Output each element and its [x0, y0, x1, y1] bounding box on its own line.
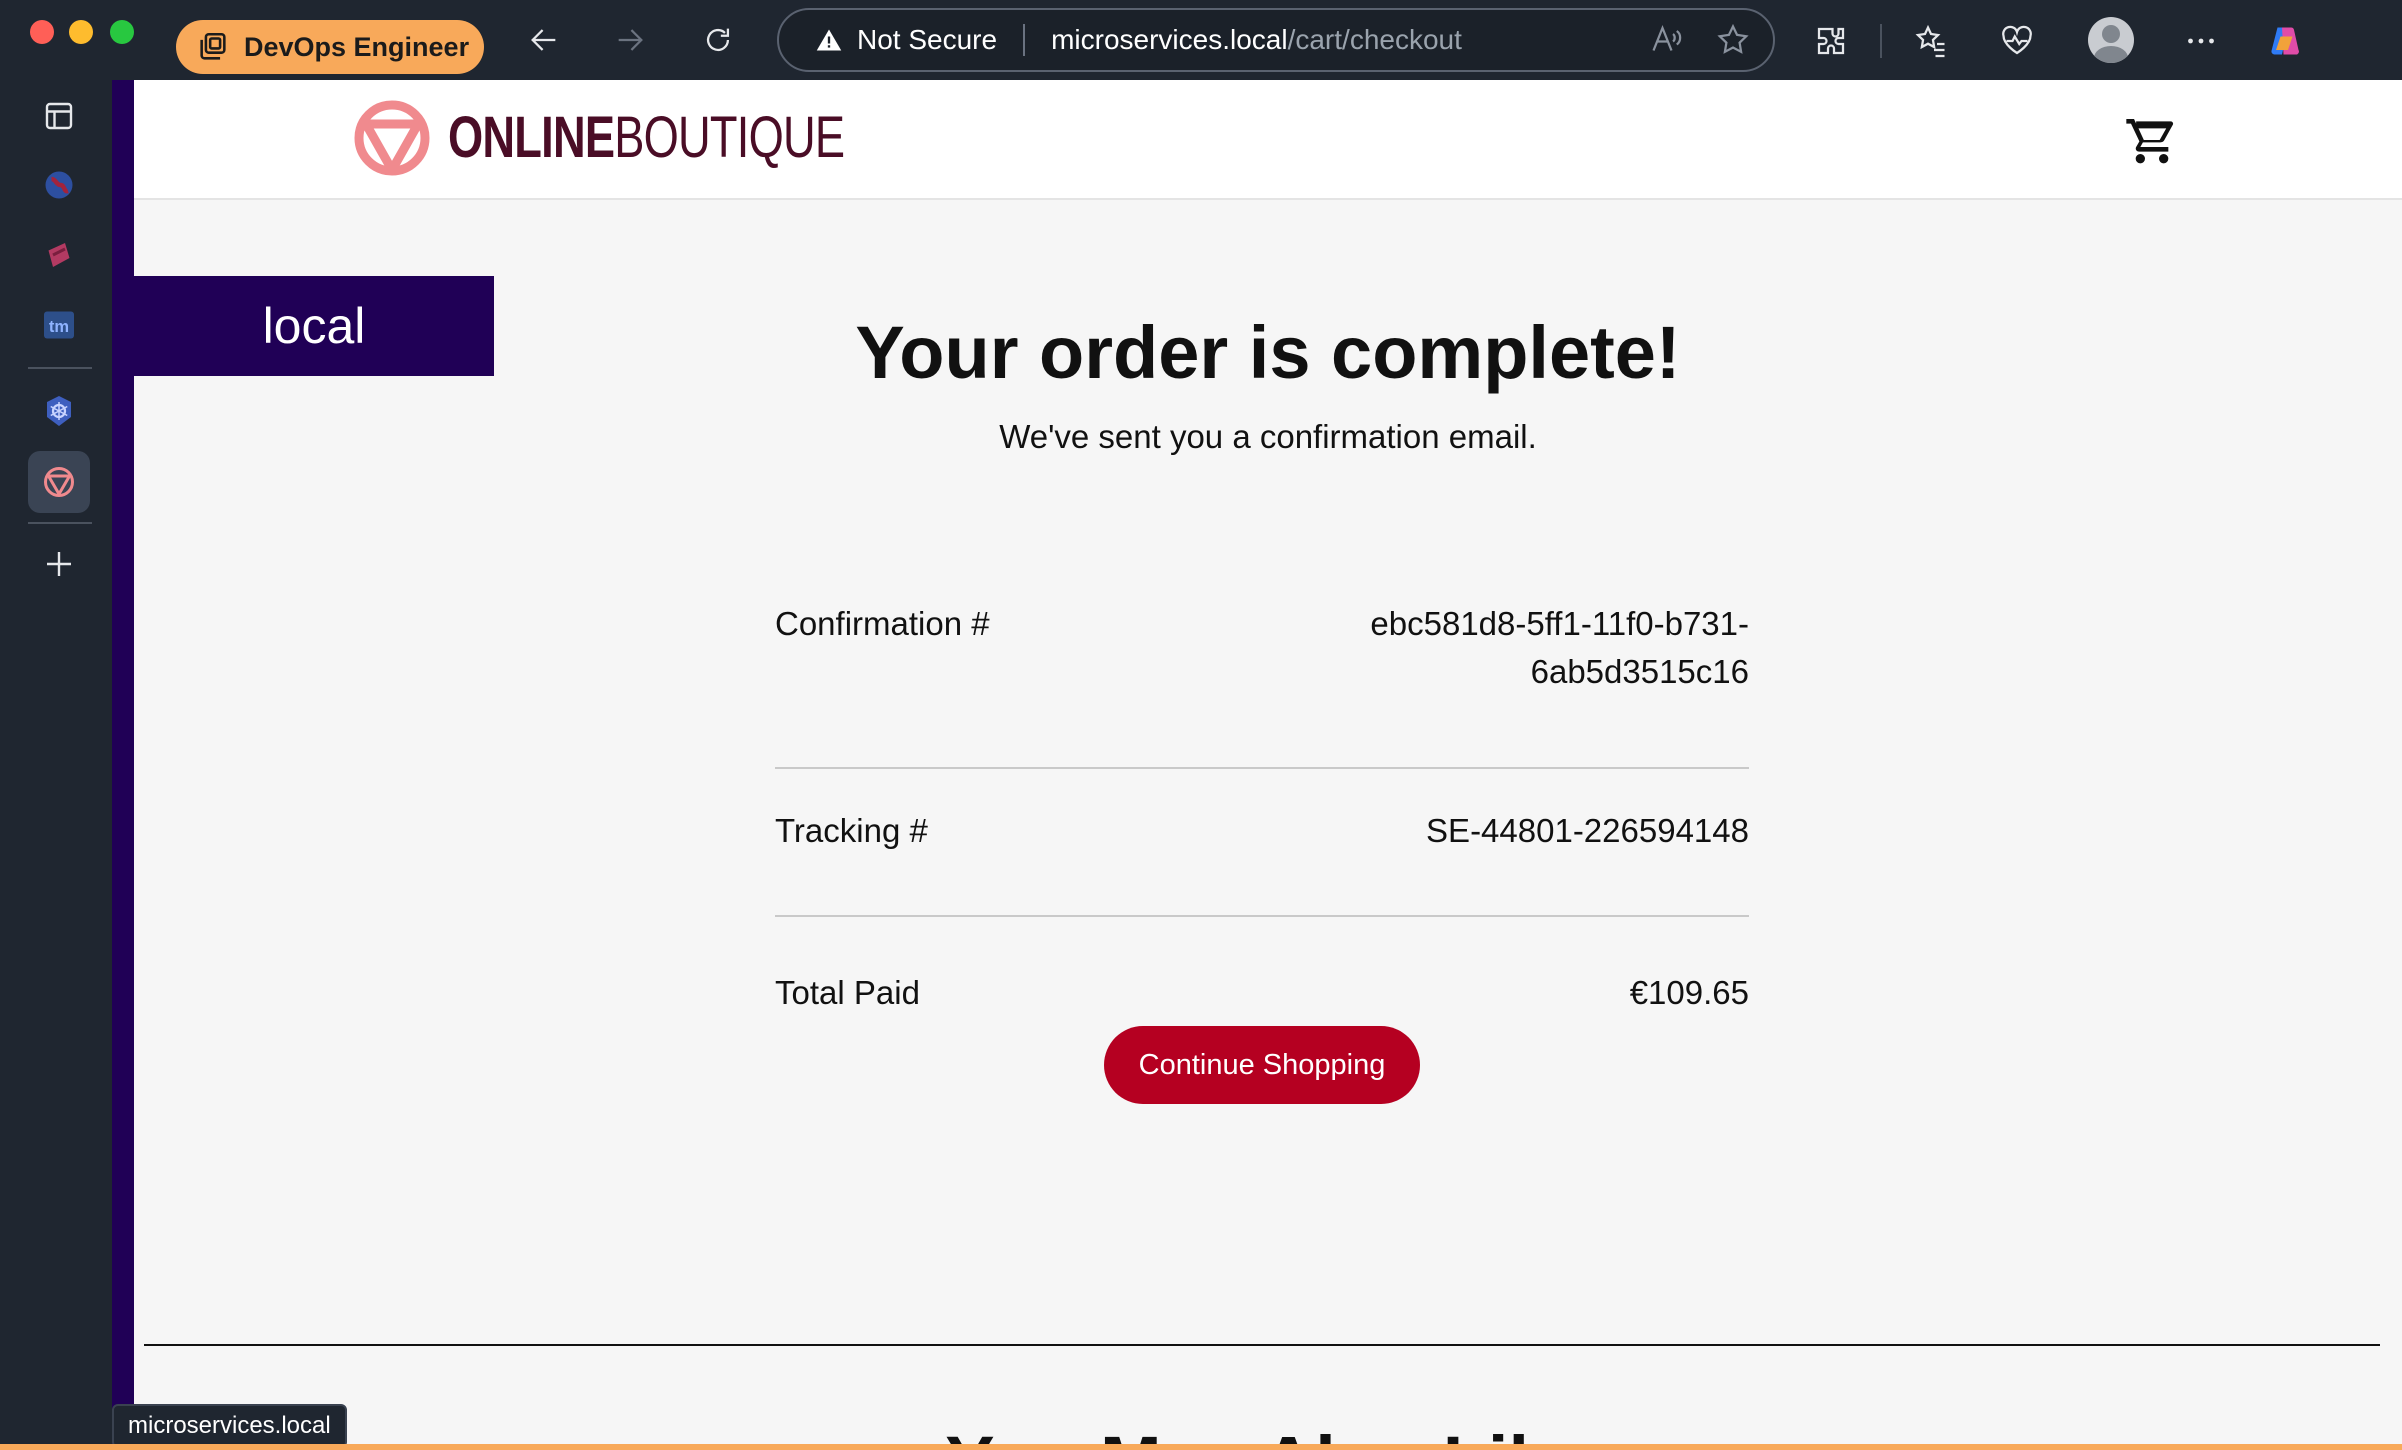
sidebar-tab-online-boutique[interactable] [28, 451, 90, 513]
browser-essentials-icon [2002, 25, 2032, 55]
page-viewport: ONLINEBOUTIQUE local Your order is compl… [134, 80, 2402, 1450]
continue-shopping-button[interactable]: Continue Shopping [1104, 1026, 1420, 1104]
minimize-window-button[interactable] [69, 20, 93, 44]
total-value: €109.65 [1629, 974, 1749, 1011]
confirmation-message: We've sent you a confirmation email. [999, 418, 1537, 455]
site-header: ONLINEBOUTIQUE [134, 80, 2402, 200]
sidebar-tab-pink-app[interactable] [28, 224, 90, 286]
read-aloud-icon[interactable] [1649, 22, 1685, 58]
globe-icon [45, 171, 73, 199]
forward-button[interactable] [604, 18, 656, 62]
tab-actions-icon [45, 102, 73, 130]
favorites-icon [1915, 24, 1945, 58]
more-button[interactable] [2178, 18, 2224, 64]
back-icon [531, 29, 556, 51]
add-icon [47, 552, 71, 576]
status-url-tooltip: microservices.local [112, 1404, 347, 1448]
extensions-button[interactable] [1808, 18, 1854, 64]
total-label: Total Paid [775, 974, 920, 1011]
logo-light: BOUTIQUE [614, 105, 845, 170]
tracking-row: Tracking # SE-44801-226594148 [775, 769, 1749, 915]
url-host: microservices.local [1051, 24, 1288, 55]
cart-icon[interactable] [2124, 112, 2180, 168]
tm-icon: tm [44, 311, 74, 339]
url-text[interactable]: microservices.local/cart/checkout [1051, 24, 1462, 56]
copilot-button[interactable] [2262, 18, 2308, 64]
profile-avatar[interactable] [2088, 17, 2134, 63]
toolbar-divider [1880, 24, 1882, 58]
warning-icon [816, 29, 842, 51]
tracking-label: Tracking # [775, 812, 928, 849]
favorites-button[interactable] [1908, 18, 1954, 64]
sidebar-tab-tm[interactable]: tm [28, 294, 90, 356]
refresh-button[interactable] [692, 18, 744, 62]
site-logo[interactable]: ONLINEBOUTIQUE [352, 98, 956, 178]
extensions-icon [1817, 27, 1845, 55]
logo-wordmark: ONLINEBOUTIQUE [448, 109, 845, 167]
confirmation-value: ebc581d8-5ff1-11f0-b731- 6ab5d3515c16 [1329, 600, 1749, 696]
section-divider [144, 1344, 2380, 1346]
workspace-profile-button[interactable]: DevOps Engineer [176, 20, 484, 74]
page-title: Your order is complete! [855, 311, 1681, 394]
favorite-star-icon[interactable] [1715, 22, 1751, 58]
confirmation-value-line1: ebc581d8-5ff1-11f0-b731- [1370, 605, 1749, 642]
workspaces-icon [200, 32, 226, 60]
kubernetes-icon [47, 396, 71, 426]
sidebar-divider [28, 522, 92, 524]
confirmation-value-line2: 6ab5d3515c16 [1530, 653, 1749, 690]
pink-app-icon [48, 243, 70, 267]
sidebar-tab-globe[interactable] [28, 154, 90, 216]
logo-bold: ONLINE [448, 105, 615, 170]
refresh-icon [706, 28, 730, 52]
address-bar[interactable]: Not Secure microservices.local/cart/chec… [777, 8, 1775, 72]
confirmation-label: Confirmation # [775, 605, 990, 642]
tab-actions-button[interactable] [28, 85, 90, 147]
order-summary: Confirmation # ebc581d8-5ff1-11f0-b731- … [775, 600, 1749, 1017]
confirmation-row: Confirmation # ebc581d8-5ff1-11f0-b731- … [775, 600, 1749, 767]
address-divider [1023, 24, 1026, 56]
security-label[interactable]: Not Secure [857, 24, 997, 56]
environment-edge-bar [112, 80, 134, 1450]
add-tab-button[interactable] [28, 533, 90, 595]
svg-text:tm: tm [49, 318, 69, 336]
copilot-icon [2271, 27, 2299, 55]
profile-color-strip [0, 1444, 2402, 1450]
browser-toolbar: DevOps Engineer Not Secure microservices… [0, 0, 2402, 80]
forward-icon [618, 29, 643, 51]
logo-icon [354, 100, 430, 176]
more-icon [2188, 38, 2214, 44]
url-path: /cart/checkout [1287, 24, 1462, 55]
sidebar-divider [28, 367, 92, 369]
vertical-sidebar: tm [0, 80, 112, 1450]
browser-essentials-button[interactable] [1994, 18, 2040, 64]
tracking-value: SE-44801-226594148 [1426, 812, 1749, 849]
sidebar-tab-kubernetes[interactable] [28, 380, 90, 442]
online-boutique-icon [44, 467, 74, 497]
back-button[interactable] [518, 18, 570, 62]
profile-label: DevOps Engineer [244, 31, 470, 62]
close-window-button[interactable] [30, 20, 54, 44]
total-row: Total Paid €109.65 [775, 917, 1749, 1017]
maximize-window-button[interactable] [110, 20, 134, 44]
